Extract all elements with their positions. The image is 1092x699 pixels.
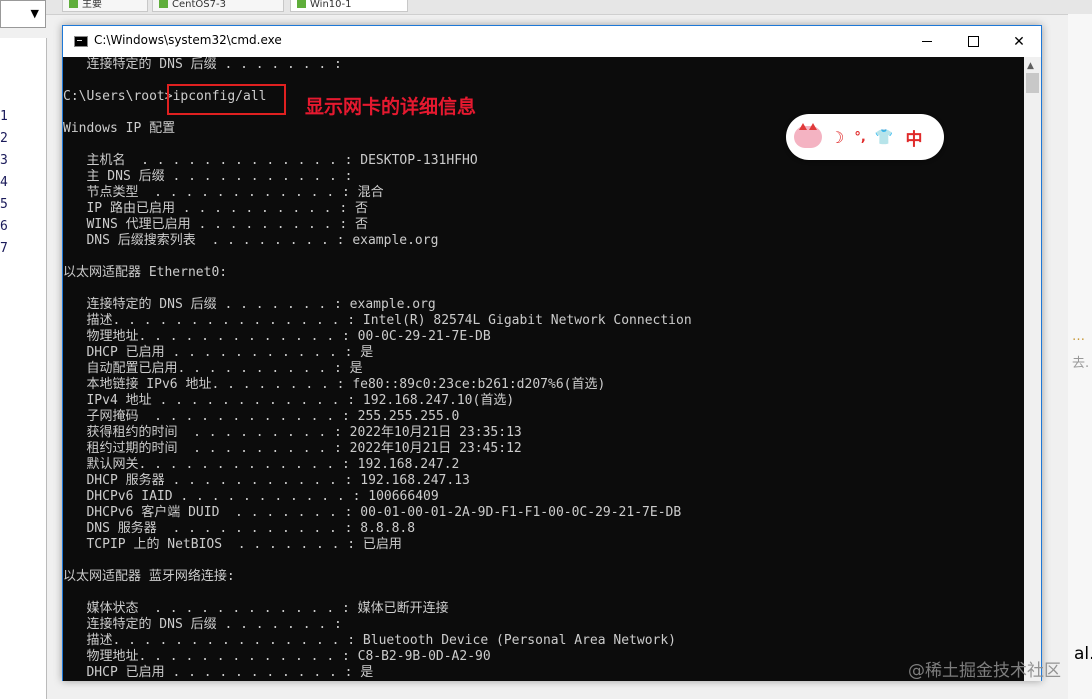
console-line: DNS 服务器 . . . . . . . . . . . : 8.8.8.8 (63, 521, 416, 536)
scroll-up-icon[interactable]: ▲ (1027, 61, 1034, 71)
line-number: 3 (0, 153, 8, 168)
vertical-scrollbar[interactable]: ▲ (1024, 57, 1041, 681)
ime-mode-toggle[interactable]: 中 (905, 125, 922, 150)
watermark: @稀土掘金技术社区 (908, 661, 1061, 681)
skin-icon[interactable]: 👕 (875, 128, 894, 146)
console-line: DHCPv6 客户端 DUID . . . . . . . : 00-01-00… (63, 505, 682, 520)
right-snippet: al. (1074, 644, 1092, 664)
punctuation-toggle[interactable]: °, (854, 130, 865, 145)
console-line: 以太网适配器 Ethernet0: (63, 265, 228, 280)
console-line: 租约过期的时间 . . . . . . . . . : 2022年10月21日 … (63, 441, 522, 456)
maximize-icon (967, 36, 979, 47)
chevron-down-icon: ▼ (30, 7, 39, 20)
console-line: 描述. . . . . . . . . . . . . . . : Intel(… (63, 313, 692, 328)
line-number: 7 (0, 241, 8, 256)
console-line: IP 路由已启用 . . . . . . . . . . : 否 (63, 201, 368, 216)
console-line: 节点类型 . . . . . . . . . . . . : 混合 (63, 185, 384, 200)
console-icon (74, 36, 88, 47)
console-line: Windows IP 配置 (63, 121, 176, 136)
vm-icon (297, 0, 306, 8)
line-number: 6 (0, 219, 8, 234)
console-line: 连接特定的 DNS 后缀 . . . . . . . : example.org (63, 297, 436, 312)
line-number: 2 (0, 131, 8, 146)
host-dropdown[interactable]: ▼ (0, 0, 46, 28)
console-line: WINS 代理已启用 . . . . . . . . . : 否 (63, 217, 368, 232)
minimize-icon (922, 41, 932, 42)
console-line: 描述. . . . . . . . . . . . . . . : Blueto… (63, 633, 676, 648)
console-line: DHCPv6 IAID . . . . . . . . . . . : 1006… (63, 489, 439, 504)
console-line: 默认网关. . . . . . . . . . . . . : 192.168.… (63, 457, 460, 472)
line-number: 1 (0, 109, 8, 124)
host-tab-label: CentOS7-3 (172, 0, 226, 10)
console-line: DHCP 已启用 . . . . . . . . . . . : 是 (63, 345, 374, 360)
minimize-button[interactable] (904, 26, 950, 57)
maximize-button[interactable] (950, 26, 996, 57)
console-line: DHCP 已启用 . . . . . . . . . . . : 是 (63, 665, 374, 680)
close-icon: ✕ (1013, 33, 1025, 50)
host-tab-centos[interactable]: CentOS7-3 (152, 0, 284, 12)
right-snippet: 去. (1072, 356, 1090, 371)
console-line: 以太网适配器 蓝牙网络连接: (63, 569, 235, 584)
window-title: C:\Windows\system32\cmd.exe (94, 33, 282, 47)
host-right-panel: … 去. al. (1068, 14, 1092, 699)
console-line: TCPIP 上的 NetBIOS . . . . . . . : 已启用 (63, 537, 402, 552)
host-tab-label: 主要 (82, 0, 102, 10)
console-line: 主 DNS 后缀 . . . . . . . . . . . : (63, 169, 353, 184)
vm-icon (69, 0, 78, 8)
console-line: 物理地址. . . . . . . . . . . . . : C8-B2-9B… (63, 649, 491, 664)
console-line: 子网掩码 . . . . . . . . . . . . : 255.255.2… (63, 409, 460, 424)
console-line: 媒体状态 . . . . . . . . . . . . : 媒体已断开连接 (63, 601, 449, 616)
ime-mascot-icon[interactable] (794, 123, 822, 148)
console-line: 连接特定的 DNS 后缀 . . . . . . . : (63, 617, 342, 632)
host-tab-main[interactable]: 主要 (62, 0, 148, 12)
console-line: 自动配置已启用. . . . . . . . . . : 是 (63, 361, 363, 376)
console-line: 本地链接 IPv6 地址. . . . . . . . : fe80::89c0… (63, 377, 606, 392)
command-highlight-box (167, 84, 286, 115)
line-number: 4 (0, 175, 8, 190)
line-number: 5 (0, 197, 8, 212)
moon-icon[interactable]: ☽ (830, 128, 844, 147)
annotation-label: 显示网卡的详细信息 (305, 96, 477, 118)
scroll-thumb[interactable] (1026, 73, 1039, 93)
console-line: IPv4 地址 . . . . . . . . . . . . : 192.16… (63, 393, 515, 408)
host-tab-label: Win10-1 (310, 0, 352, 10)
console-line: DHCP 服务器 . . . . . . . . . . . : 192.168… (63, 473, 470, 488)
ime-toolbar[interactable]: ☽ °, 👕 中 (786, 114, 944, 160)
line-number-gutter: 1 2 3 4 5 6 7 (0, 38, 47, 699)
console-text: 连接特定的 DNS 后缀 . . . . . . . : C:\Users\roo… (63, 57, 692, 681)
console-line: 主机名 . . . . . . . . . . . . . : DESKTOP-… (63, 153, 478, 168)
close-button[interactable]: ✕ (996, 26, 1042, 57)
title-bar[interactable]: C:\Windows\system32\cmd.exe ✕ (63, 26, 1041, 57)
console-line: DNS 后缀搜索列表 . . . . . . . . : example.org (63, 233, 439, 248)
console-line: 获得租约的时间 . . . . . . . . . : 2022年10月21日 … (63, 425, 522, 440)
vm-icon (159, 0, 168, 8)
console-line: 连接特定的 DNS 后缀 . . . . . . . : (63, 57, 342, 72)
host-tab-win10[interactable]: Win10-1 (290, 0, 408, 12)
console-line: 物理地址. . . . . . . . . . . . . : 00-0C-29… (63, 329, 491, 344)
right-snippet: … (1072, 329, 1085, 344)
